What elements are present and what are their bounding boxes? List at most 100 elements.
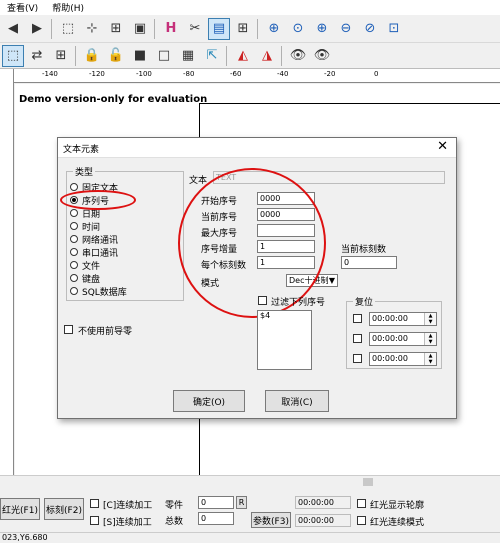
select-nodes-icon[interactable]: ⬚ <box>2 44 24 67</box>
cursor-icon[interactable]: ⇱ <box>201 45 223 67</box>
reflect-icon[interactable]: ⇄ <box>26 45 48 67</box>
mark-control-panel: 红光(F1) 标刻(F2) [C]连续加工 [S]连续加工 零件 0 R 总数 … <box>0 488 500 532</box>
text-field[interactable]: TEXT <box>213 171 445 184</box>
reset-time-2-value: 00:00:00 <box>372 334 408 343</box>
frame-icon[interactable]: ⊞ <box>50 45 72 67</box>
radio-label: 日期 <box>82 210 101 220</box>
unlock-all-icon[interactable]: □ <box>153 45 175 67</box>
reset-time-input-3[interactable]: 00:00:00 ▲ ▼ <box>369 352 437 366</box>
menu-help[interactable]: 帮助(H) <box>45 1 91 14</box>
current-mark-count-input[interactable]: 0 <box>341 256 397 269</box>
radio-network[interactable] <box>70 235 78 243</box>
radio-fixed-text[interactable] <box>70 183 78 191</box>
mark-button[interactable]: 标刻(F2) <box>44 498 84 520</box>
type-group-title: 类型 <box>73 165 96 178</box>
demo-watermark-text: Demo version-only for evaluation <box>19 94 208 105</box>
parts-input[interactable]: 0 <box>198 496 234 509</box>
status-bar: 023,Y6.680 <box>0 532 500 543</box>
toolbar-separator <box>75 45 76 66</box>
no-leading-zero-checkbox[interactable] <box>64 325 73 334</box>
zoom-page-icon[interactable]: ⊡ <box>383 18 405 40</box>
toolbar-separator <box>51 18 52 39</box>
ruler-label: -20 <box>324 70 336 78</box>
reset-time-input-2[interactable]: 00:00:00 ▲ ▼ <box>369 332 437 346</box>
toolbar-separator <box>154 18 155 39</box>
lock-icon[interactable]: 🔒 <box>81 45 103 67</box>
back-icon[interactable]: ◀ <box>2 18 24 40</box>
mirror-horizontal-icon[interactable]: ◭ <box>232 45 254 67</box>
radio-label: SQL数据库 <box>82 288 127 298</box>
current-mark-count-label: 当前标刻数 <box>341 245 387 255</box>
mirror-vertical-icon[interactable]: ◮ <box>256 45 278 67</box>
ruler-label: -100 <box>136 70 152 78</box>
unlock-icon[interactable]: 🔓 <box>105 45 127 67</box>
node-icon[interactable]: ⊹ <box>81 18 103 40</box>
zoom-select-icon[interactable]: ⊘ <box>359 18 381 40</box>
total-input[interactable]: 0 <box>198 512 234 525</box>
continuous-checkbox[interactable] <box>90 499 99 508</box>
layer-icon[interactable]: ▦ <box>177 45 199 67</box>
dialog-titlebar: 文本元素 ✕ <box>58 138 456 158</box>
ok-button[interactable]: 确定(O) <box>173 390 245 412</box>
s-continuous-checkbox[interactable] <box>90 516 99 525</box>
canvas-horizontal-scrollbar[interactable] <box>0 475 500 487</box>
red-light-button[interactable]: 红光(F1) <box>0 498 40 520</box>
radio-serial-number[interactable] <box>70 196 78 204</box>
spin-arrows-icon[interactable]: ▲ ▼ <box>424 353 436 365</box>
show-contour-checkbox[interactable] <box>357 499 366 508</box>
table-icon[interactable]: ▤ <box>208 17 230 40</box>
zoom-in-2-icon[interactable]: ⊕ <box>311 18 333 40</box>
start-serial-input[interactable]: 0000 <box>257 192 315 205</box>
zoom-in-icon[interactable]: ⊕ <box>263 18 285 40</box>
per-mark-count-label: 每个标刻数 <box>201 261 247 271</box>
reset-checkbox-2[interactable] <box>353 334 362 343</box>
reset-time-input-1[interactable]: 00:00:00 ▲ ▼ <box>369 312 437 326</box>
reset-time-3-value: 00:00:00 <box>372 354 408 363</box>
cancel-button[interactable]: 取消(C) <box>265 390 329 412</box>
continuous-label: [C]连续加工 <box>103 501 153 511</box>
ruler-label: -120 <box>89 70 105 78</box>
continuous-mode-checkbox[interactable] <box>357 516 366 525</box>
lock-all-icon[interactable]: ■ <box>129 45 151 67</box>
align-icon[interactable]: ▣ <box>129 18 151 40</box>
text-h-icon[interactable]: H <box>160 18 182 40</box>
dialog-title: 文本元素 <box>63 145 100 155</box>
reset-checkbox-3[interactable] <box>353 354 362 363</box>
radio-sql-database[interactable] <box>70 287 78 295</box>
select-icon[interactable]: ⬚ <box>57 18 79 40</box>
mode-select[interactable]: Dec十进制 ▼ <box>286 274 338 287</box>
spin-arrows-icon[interactable]: ▲ ▼ <box>424 333 436 345</box>
reset-checkbox-1[interactable] <box>353 314 362 323</box>
radio-file[interactable] <box>70 261 78 269</box>
serial-increment-input[interactable]: 1 <box>257 240 315 253</box>
zoom-out-icon[interactable]: ⊖ <box>335 18 357 40</box>
forward-icon[interactable]: ▶ <box>26 18 48 40</box>
reset-count-button[interactable]: R <box>236 496 247 509</box>
elapsed-time-2: 00:00:00 <box>295 514 351 527</box>
max-serial-input[interactable] <box>257 224 315 237</box>
tools-icon[interactable]: ✂ <box>184 18 206 40</box>
grid-icon[interactable]: ⊞ <box>232 18 254 40</box>
view-eye-icon[interactable]: 👁 <box>287 45 309 67</box>
radio-serial-port[interactable] <box>70 248 78 256</box>
text-element-dialog: 文本元素 ✕ 类型 固定文本 序列号 日期 时间 网络通讯 串口通讯 文件 键盘… <box>57 137 457 419</box>
group-icon[interactable]: ⊞ <box>105 18 127 40</box>
radio-date[interactable] <box>70 209 78 217</box>
start-serial-label: 开始序号 <box>201 197 238 207</box>
radio-label: 序列号 <box>82 197 110 207</box>
filter-serial-list[interactable]: $4 <box>257 310 312 370</box>
spin-arrows-icon[interactable]: ▲ ▼ <box>424 313 436 325</box>
radio-label: 网络通讯 <box>82 236 119 246</box>
close-icon[interactable]: ✕ <box>437 139 448 154</box>
parameters-button[interactable]: 参数(F3) <box>251 512 291 528</box>
per-mark-count-input[interactable]: 1 <box>257 256 315 269</box>
no-leading-zero-label: 不使用前导零 <box>78 327 133 337</box>
view-eye-2-icon[interactable]: 👁 <box>311 45 333 67</box>
radio-keyboard[interactable] <box>70 274 78 282</box>
zoom-fit-icon[interactable]: ⊙ <box>287 18 309 40</box>
radio-time[interactable] <box>70 222 78 230</box>
scrollbar-thumb[interactable] <box>363 478 373 486</box>
filter-serial-checkbox[interactable] <box>258 296 267 305</box>
current-serial-input[interactable]: 0000 <box>257 208 315 221</box>
menu-view[interactable]: 查看(V) <box>0 1 45 14</box>
